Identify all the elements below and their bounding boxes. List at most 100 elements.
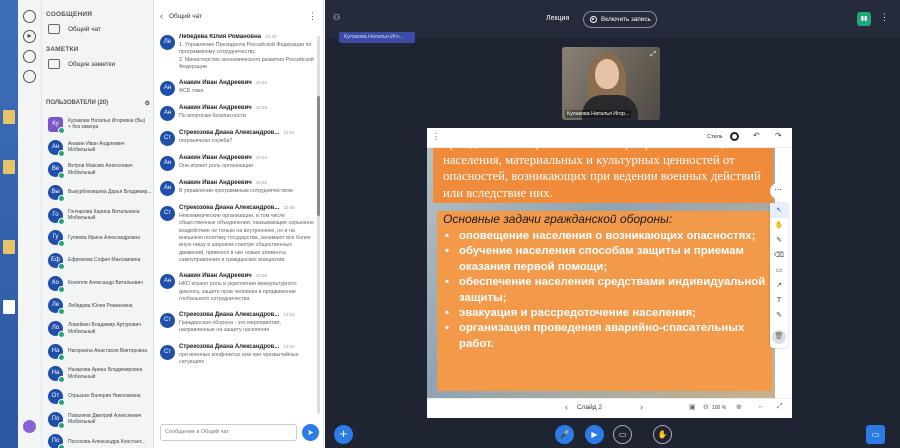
- home-icon[interactable]: [23, 10, 36, 23]
- expand-icon[interactable]: ⤢: [650, 51, 656, 59]
- screen-share-button[interactable]: ▭: [613, 425, 632, 444]
- pointer-tool-icon[interactable]: ↖: [770, 203, 788, 218]
- user-list-item[interactable]: Ко Конопля Александр Витальевич: [42, 272, 153, 295]
- user-list-item[interactable]: Ле Лебедева Юлия Романовна: [42, 295, 153, 318]
- user-list-item[interactable]: Ло Ловейкин Владимир Артурович Мобильный: [42, 317, 153, 340]
- user-list-item[interactable]: На Нагорнина Анастасия Викторовна: [42, 340, 153, 363]
- messages-title: СООБЩЕНИЯ: [46, 11, 93, 18]
- avatar: Ст: [160, 313, 175, 329]
- actions-button[interactable]: +: [334, 425, 353, 444]
- hand-tool-icon[interactable]: ✋: [770, 218, 788, 233]
- user-list-item[interactable]: Еф Ефремова София Максимовна: [42, 249, 153, 272]
- chat-scrollbar[interactable]: [317, 36, 320, 414]
- message-text: В управлении программным сотрудничеством: [179, 188, 293, 195]
- presentation: ⋮ Стиль ↶ ↷ Гражданская оборона-система …: [427, 128, 792, 418]
- user-info: Отрышко Валерия Николаевна: [68, 393, 140, 400]
- user-name: Конопля Александр Витальевич: [68, 279, 143, 286]
- user-sub: Мобильный: [68, 147, 96, 154]
- slide-task-item: организация проведения аварийно-спасател…: [443, 321, 766, 352]
- rectangle-tool-icon[interactable]: ▭: [770, 263, 788, 278]
- user-name: Ефремова София Максимовна: [68, 257, 141, 264]
- fit-width-icon[interactable]: ↔: [757, 403, 764, 410]
- webcam-video[interactable]: ⤢ Кулакова Наталья Игор...: [562, 47, 660, 120]
- play-icon[interactable]: ▸: [23, 30, 36, 43]
- public-chat-item[interactable]: Общий чат: [42, 18, 153, 40]
- avatar: Еф: [48, 252, 65, 270]
- redo-icon[interactable]: ↷: [775, 131, 782, 140]
- chat-message: Ан Анакин Иван Андреевич 10:55 В управлении…: [154, 180, 318, 197]
- profile-icon[interactable]: [23, 420, 36, 433]
- user-list-item[interactable]: По Поваляев Дмитрий Алексеевич Мобильный: [42, 408, 153, 431]
- chat-message: Ст Стрекозова Диана Александров... 10:56 Не…: [154, 205, 318, 264]
- presentation-toggle-button[interactable]: ▭: [866, 425, 885, 444]
- user-list-item[interactable]: Вы Выкурбековцева Дарья Владимир...: [42, 181, 153, 204]
- status-dot: [58, 240, 65, 248]
- chat-title: Общий чат: [169, 12, 203, 20]
- sidebar: СООБЩЕНИЯ Общий чат ЗАМЕТКИ Общие заметк…: [42, 0, 154, 448]
- chat-icon[interactable]: [23, 50, 36, 63]
- notes-title: ЗАМЕТКИ: [46, 46, 79, 53]
- avatar: Ле: [160, 35, 175, 50]
- zoom-out-icon[interactable]: ⊖: [703, 403, 709, 411]
- more-icon[interactable]: ⋮: [432, 132, 440, 141]
- eraser-tool-icon[interactable]: ⌫: [770, 248, 788, 263]
- user-list-item[interactable]: Гу Гуляева Ирина Александровна: [42, 226, 153, 249]
- slide-image: Гражданская оборона-система мероприятий …: [427, 148, 775, 398]
- message-text: Гражданская оборона - это мероприятия, н…: [179, 320, 281, 334]
- connection-status-icon[interactable]: ▮▮: [857, 12, 871, 26]
- chat-panel: ‹ Общий чат ⋮ Ле Лебедева Юлия Романовна 1…: [154, 0, 324, 448]
- message-time: 10:45: [255, 80, 268, 86]
- back-icon[interactable]: ‹: [160, 11, 163, 21]
- webcam-label: Кулакова Наталья Игор...: [565, 110, 632, 118]
- message-time: 12:02: [283, 343, 295, 349]
- slide-selector[interactable]: Слайд 2: [577, 404, 602, 411]
- chat-message: Ст Стрекозова Диана Александров... 12:01 Гр…: [154, 312, 318, 335]
- send-button[interactable]: ➤: [302, 424, 319, 441]
- user-list-item[interactable]: Ве Ветров Максим Алексеевич Мобильный: [42, 158, 153, 181]
- more-icon[interactable]: ⋮: [308, 11, 317, 22]
- message-text: НКО играют роль в укреплении межкультурн…: [179, 281, 297, 302]
- note-tool-icon[interactable]: ✎: [770, 308, 788, 323]
- user-list-item[interactable]: От Отрышко Валерия Николаевна: [42, 385, 153, 408]
- undo-icon[interactable]: ↶: [753, 131, 760, 140]
- user-list-item[interactable]: По Посохова Александра Констант...: [42, 431, 153, 448]
- user-info: Посохова Александра Констант...: [68, 439, 145, 446]
- status-dot: [58, 172, 65, 180]
- user-add-icon[interactable]: ⚇: [333, 13, 345, 25]
- user-list-item[interactable]: Ан Анакин Иван Андреевич Мобильный: [42, 136, 153, 159]
- message-time: 10:56: [283, 205, 295, 211]
- user-info: Анакин Иван Андреевич Мобильный: [68, 141, 125, 154]
- user-info: Назарова Арина Владимировна Мобильный: [68, 367, 142, 380]
- chat-input[interactable]: Сообщение в Общий чат: [160, 424, 297, 441]
- text-tool-icon[interactable]: T: [770, 293, 788, 308]
- chat-icon: [48, 24, 60, 34]
- pen-size-icon[interactable]: [730, 132, 739, 141]
- user-list-item[interactable]: На Назарова Арина Владимировна Мобильный: [42, 363, 153, 386]
- zoom-in-icon[interactable]: ⊕: [736, 403, 742, 411]
- arrow-tool-icon[interactable]: ↗: [770, 278, 788, 293]
- record-button[interactable]: Включить запись: [583, 11, 657, 28]
- pencil-tool-icon[interactable]: ✎: [770, 233, 788, 248]
- fullscreen-icon[interactable]: ⤢: [777, 403, 783, 411]
- avatar: Ст: [160, 344, 175, 360]
- shared-notes-label: Общие заметки: [68, 60, 116, 68]
- shared-notes-item[interactable]: Общие заметки: [42, 53, 153, 75]
- prev-slide-icon[interactable]: ‹: [565, 402, 568, 412]
- annotation-toolbar: ↖ ✋ ✎ ⌫ ▭ ↗ T ✎: [770, 203, 788, 348]
- raise-hand-button[interactable]: ✋: [653, 425, 672, 444]
- microphone-button[interactable]: 🎤: [555, 425, 574, 444]
- more-icon[interactable]: ⋮: [880, 12, 889, 23]
- toolbar-more-icon[interactable]: ⋯: [770, 183, 786, 199]
- notes-icon[interactable]: [23, 70, 36, 83]
- user-list-item[interactable]: Го Гончарова Карина Витальевна Мобильный: [42, 204, 153, 227]
- folder-icon: [3, 240, 15, 254]
- user-list-item[interactable]: Ку Кулакова Наталья Игоревна (Вы) + без ка…: [42, 113, 153, 136]
- camera-button[interactable]: ▶: [585, 425, 604, 444]
- slide-tasks-box: Основные задачи гражданской обороны: опо…: [437, 211, 772, 391]
- trash-icon[interactable]: 🗑: [772, 330, 786, 344]
- next-slide-icon[interactable]: ›: [640, 402, 643, 412]
- status-dot: [58, 217, 65, 225]
- user-info: Поваляев Дмитрий Алексеевич Мобильный: [68, 413, 141, 426]
- fit-icon[interactable]: ▣: [689, 403, 696, 411]
- gear-icon[interactable]: ⚙: [145, 100, 150, 107]
